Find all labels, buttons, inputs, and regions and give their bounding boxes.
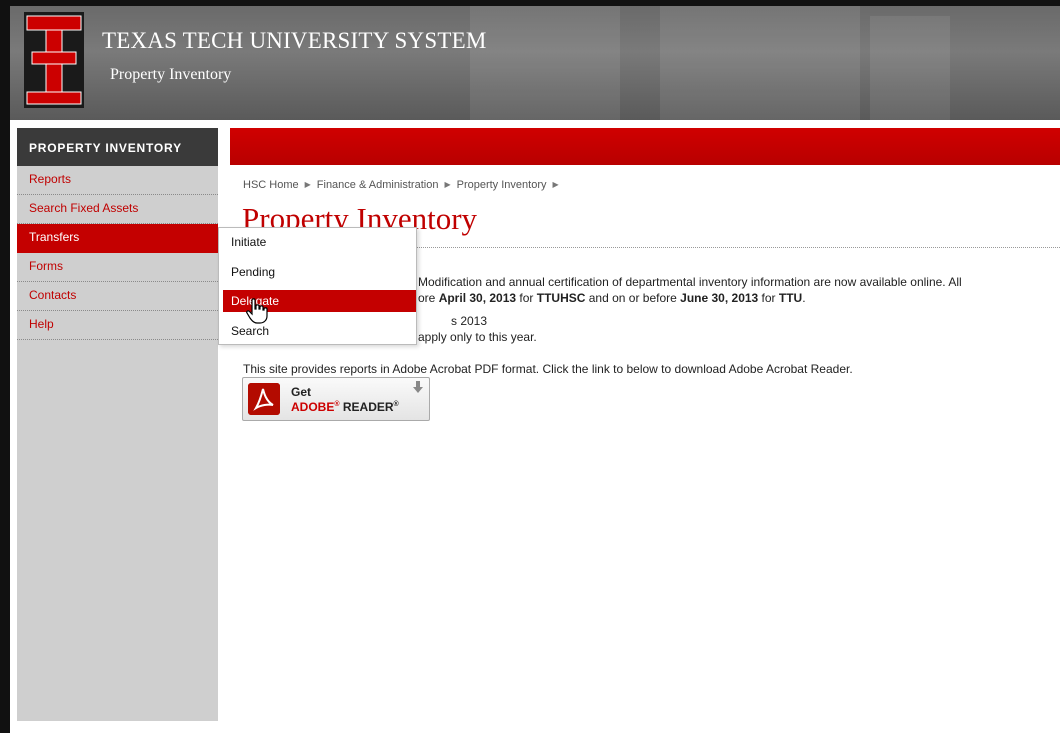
sidebar-item-forms[interactable]: Forms <box>17 253 218 282</box>
breadcrumb-property-inventory[interactable]: Property Inventory <box>457 179 547 191</box>
adobe-reader-icon <box>248 383 280 415</box>
sidebar: PROPERTY INVENTORY Reports Search Fixed … <box>17 128 218 721</box>
intro-text: ore <box>418 291 439 305</box>
content-header-bar <box>230 128 1060 165</box>
pdf-info-text: This site provides reports in Adobe Acro… <box>243 362 853 376</box>
acrobat-get-label: Get <box>291 385 312 399</box>
breadcrumb: HSC Home ▶ Finance & Administration ▶ Proper… <box>243 179 565 191</box>
intro-text: . <box>802 291 806 305</box>
menu-item-initiate[interactable]: Initiate <box>223 231 416 253</box>
sidebar-item-help[interactable]: Help <box>17 311 218 340</box>
site-header: TEXAS TECH UNIVERSITY SYSTEM Property In… <box>10 6 1060 120</box>
get-adobe-reader-button[interactable]: Get ADOBE® READER® <box>242 377 430 421</box>
intro-text: for <box>516 291 537 305</box>
breadcrumb-separator-icon: ▶ <box>552 180 559 189</box>
download-arrow-icon <box>413 381 423 393</box>
site-title: TEXAS TECH UNIVERSITY SYSTEM <box>102 28 487 53</box>
hand-cursor-icon <box>246 298 268 324</box>
sidebar-item-transfers[interactable]: Transfers <box>17 224 218 253</box>
org-ttu: TTU <box>778 291 803 305</box>
acrobat-product: READER <box>342 400 394 414</box>
breadcrumb-separator-icon: ▶ <box>304 180 311 189</box>
menu-item-pending[interactable]: Pending <box>223 261 416 283</box>
sidebar-item-contacts[interactable]: Contacts <box>17 282 218 311</box>
transfers-dropdown-menu: Initiate Pending Delegate Search <box>218 227 417 345</box>
deadline-ttuhsc: April 30, 2013 <box>438 291 517 305</box>
org-ttuhsc: TTUHSC <box>536 291 586 305</box>
breadcrumb-separator-icon: ▶ <box>444 180 451 189</box>
breadcrumb-finance-administration[interactable]: Finance & Administration <box>317 179 439 191</box>
intro-text: for <box>758 291 779 305</box>
sidebar-item-reports[interactable]: Reports <box>17 166 218 195</box>
sidebar-item-search-fixed-assets[interactable]: Search Fixed Assets <box>17 195 218 224</box>
acrobat-brand: ADOBE <box>291 400 335 414</box>
acrobat-product-label: ADOBE® READER® <box>291 400 399 414</box>
deadline-ttu: June 30, 2013 <box>680 291 759 305</box>
site-subtitle: Property Inventory <box>110 66 232 83</box>
sidebar-heading: PROPERTY INVENTORY <box>17 128 218 166</box>
breadcrumb-hsc-home[interactable]: HSC Home <box>243 179 299 191</box>
window-frame-left <box>0 0 10 733</box>
intro-text: and on or before <box>585 291 681 305</box>
double-t-logo-icon[interactable] <box>24 12 84 108</box>
